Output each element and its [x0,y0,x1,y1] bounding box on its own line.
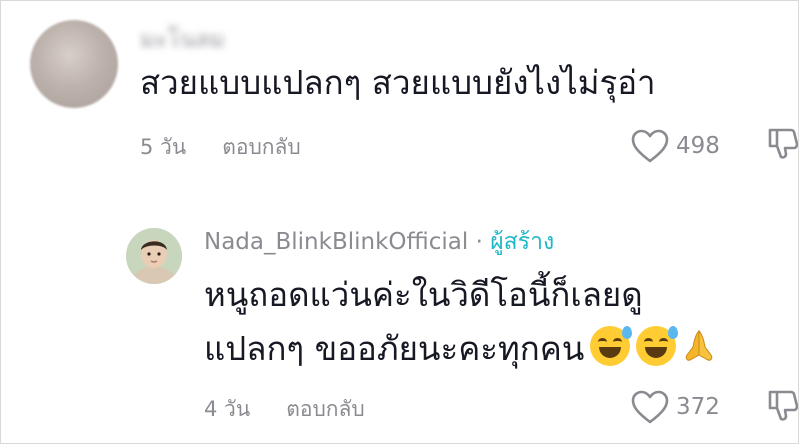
like-button[interactable]: 498 [630,128,720,164]
comment-meta: 5 วัน ตอบกลับ [140,131,301,164]
dislike-icon[interactable] [768,388,798,422]
folded-hands-emoji [686,329,713,361]
creator-avatar[interactable] [126,228,182,284]
reply-age: 4 วัน [204,397,251,421]
separator: · [468,229,491,255]
reply-text-line-1: หนูถอดแว่นค่ะในวิดีโอนี้ก็เลยดู [204,275,643,314]
sweat-smile-emoji [636,326,679,366]
like-count: 372 [676,394,720,420]
comment-age: 5 วัน [140,135,187,159]
reply-meta: 4 วัน ตอบกลับ [204,393,365,426]
commenter-username[interactable]: มะโนลม [140,22,225,58]
reply-button[interactable]: ตอบกลับ [222,135,301,159]
creator-username-line: Nada_BlinkBlinkOfficial · ผู้สร้าง [204,224,554,260]
like-button[interactable]: 372 [630,389,720,425]
reply-text-line-2: แปลกๆ ขออภัยนะคะทุกคน [204,322,716,376]
dislike-icon[interactable] [768,126,798,160]
reply-button[interactable]: ตอบกลับ [286,397,365,421]
like-count: 498 [676,133,720,159]
sweat-smile-emoji [590,326,633,366]
creator-badge: ผู้สร้าง [490,229,555,255]
creator-username[interactable]: Nada_BlinkBlinkOfficial [204,229,468,255]
heart-icon [631,390,669,424]
reply-text-line-2-text: แปลกๆ ขออภัยนะคะทุกคน [204,329,585,368]
comment-text: สวยแบบแปลกๆ สวยแบบยังไงไม่รุอ่า [140,63,656,102]
heart-icon [631,129,669,163]
commenter-avatar[interactable] [30,20,118,108]
baby-avatar-image [126,228,182,284]
reply-text: หนูถอดแว่นค่ะในวิดีโอนี้ก็เลยดู แปลกๆ ขอ… [204,268,716,376]
